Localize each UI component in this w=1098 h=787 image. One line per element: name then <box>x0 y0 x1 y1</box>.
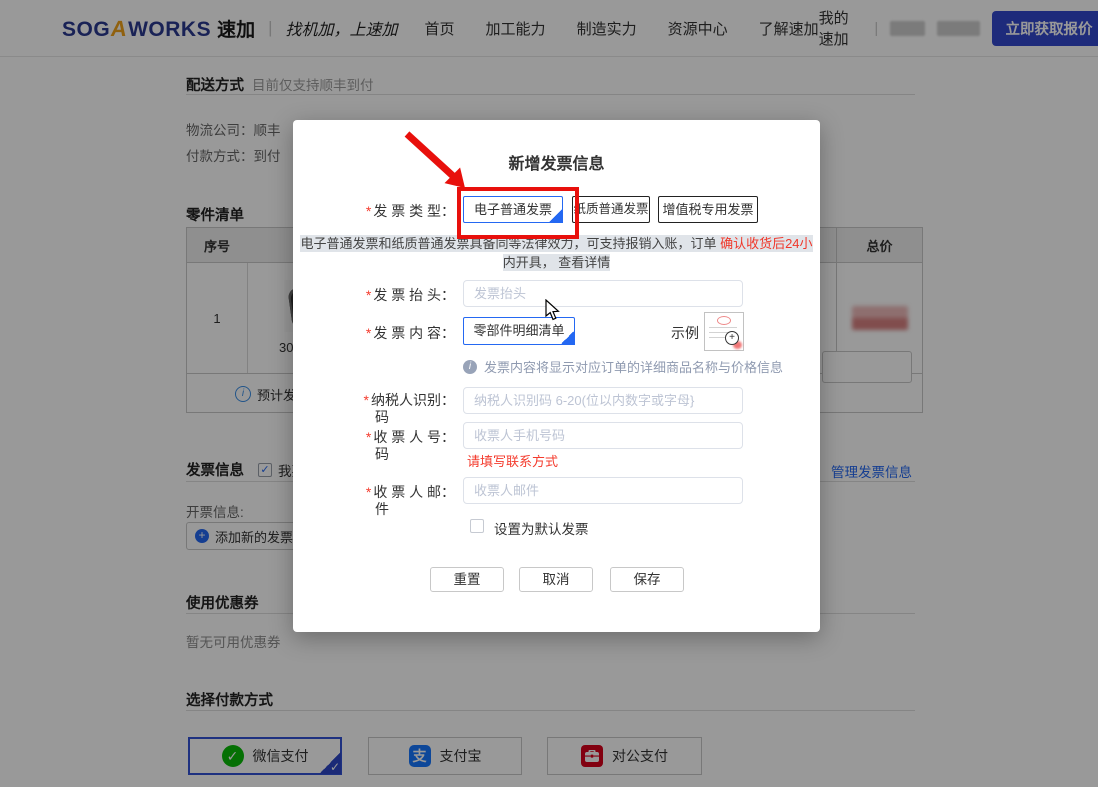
invoice-stamp-icon <box>717 316 731 325</box>
info-icon: i <box>463 360 477 374</box>
taxpayer-id-label-2: 码 <box>375 407 389 427</box>
invoice-content-select[interactable]: 零部件明细清单 ✓ <box>463 317 575 345</box>
invoice-type-label: *发 票 类 型： <box>335 201 455 221</box>
content-note: i 发票内容将显示对应订单的详细商品名称与价格信息 <box>463 357 783 376</box>
receiver-email-label: *收 票 人 邮： <box>335 482 455 502</box>
invoice-title-label: *发 票 抬 头： <box>335 285 455 305</box>
receiver-email-label-2: 件 <box>375 499 389 519</box>
receiver-email-input[interactable] <box>463 477 743 504</box>
save-button[interactable]: 保存 <box>610 567 684 592</box>
invoice-content-label: *发 票 内 容： <box>335 323 455 343</box>
type-option-electronic[interactable]: 电子普通发票 ✓ <box>463 196 563 223</box>
sample-label: 示例 <box>671 323 699 343</box>
invoice-title-input[interactable] <box>463 280 743 307</box>
selected-corner-check-icon: ✓ <box>548 208 563 223</box>
add-invoice-modal: 新增发票信息 *发 票 类 型： 电子普通发票 ✓ 纸质普通发票 增值税专用发票… <box>293 120 820 632</box>
default-invoice-checkbox[interactable] <box>470 519 484 533</box>
receiver-phone-label: *收 票 人 号： <box>335 427 455 447</box>
selected-corner-check-icon: ✓ <box>560 330 575 345</box>
modal-title: 新增发票信息 <box>293 150 820 174</box>
type-option-vat[interactable]: 增值税专用发票 <box>658 196 758 223</box>
thumb-line <box>709 327 737 328</box>
default-invoice-label: 设置为默认发票 <box>494 518 589 538</box>
cancel-button[interactable]: 取消 <box>519 567 593 592</box>
receiver-phone-input[interactable] <box>463 422 743 449</box>
sample-invoice-thumbnail[interactable]: + <box>704 312 744 351</box>
reset-button[interactable]: 重置 <box>430 567 504 592</box>
taxpayer-id-label: *纳税人识别： <box>335 390 455 410</box>
magnifier-icon: + <box>725 331 739 345</box>
phone-error-message: 请填写联系方式 <box>467 451 558 470</box>
invoice-notice-line2: 内开具， 查看详情 <box>299 253 814 272</box>
type-option-paper[interactable]: 纸质普通发票 <box>572 196 650 223</box>
receiver-phone-label-2: 码 <box>375 444 389 464</box>
taxpayer-id-input[interactable] <box>463 387 743 414</box>
